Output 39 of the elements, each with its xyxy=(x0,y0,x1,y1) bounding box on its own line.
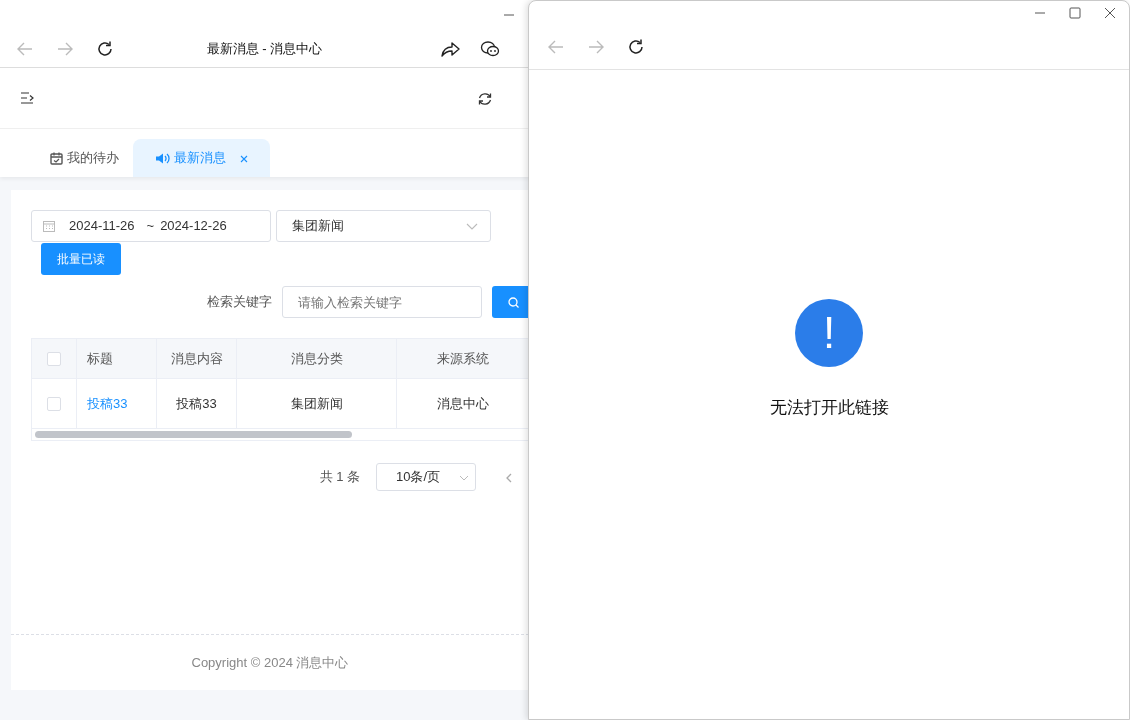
select-all-checkbox[interactable] xyxy=(47,351,61,366)
column-header: 标题 xyxy=(87,349,113,368)
forward-icon[interactable] xyxy=(587,38,605,56)
table-cell-text: 集团新闻 xyxy=(290,394,343,413)
reload-icon[interactable] xyxy=(96,39,114,58)
chevron-down-icon xyxy=(459,474,469,481)
refresh-icon[interactable] xyxy=(478,91,492,106)
search-label: 检索关键字 xyxy=(207,293,272,312)
previous-page-icon[interactable] xyxy=(506,472,512,483)
column-header: 消息内容 xyxy=(170,349,223,368)
scrollbar[interactable] xyxy=(35,431,352,438)
column-header: 来源系统 xyxy=(437,349,489,368)
menu-fold-icon[interactable] xyxy=(20,92,34,104)
window-title: 最新消息 - 消息中心 xyxy=(206,39,323,58)
share-icon[interactable] xyxy=(440,39,460,58)
calendar-icon xyxy=(43,220,55,232)
row-checkbox[interactable] xyxy=(47,396,61,411)
search-field[interactable]: 请输入检索关键字 xyxy=(282,286,482,318)
calendar-check-icon xyxy=(50,151,63,165)
table-cell-text: 投稿33 xyxy=(176,394,217,413)
maximize-icon[interactable] xyxy=(1069,7,1081,19)
back-icon[interactable] xyxy=(547,38,565,56)
tab[interactable]: 我的待办 xyxy=(36,139,133,177)
error-message: 无法打开此链接 xyxy=(769,397,889,419)
total-count: 共 1 条 xyxy=(319,468,360,487)
table-cell-text: 消息中心 xyxy=(437,394,489,413)
speaker-icon xyxy=(155,151,170,165)
close-icon[interactable] xyxy=(1104,7,1116,19)
search-icon xyxy=(508,296,519,308)
copyright-text: Copyright © 2024 消息中心 xyxy=(191,653,349,672)
reload-icon[interactable] xyxy=(627,38,645,56)
date-range-field[interactable]: 2024-11-26 ~ 2024-12-26 xyxy=(31,210,271,242)
alert-badge: ! xyxy=(795,299,863,367)
chat-icon[interactable] xyxy=(480,39,500,58)
page-size-select[interactable]: 10条/页 xyxy=(376,463,476,491)
column-header: 消息分类 xyxy=(290,349,343,368)
category-select[interactable]: 集团新闻 xyxy=(276,210,491,242)
chevron-down-icon xyxy=(466,222,478,231)
search-button[interactable] xyxy=(492,286,529,318)
